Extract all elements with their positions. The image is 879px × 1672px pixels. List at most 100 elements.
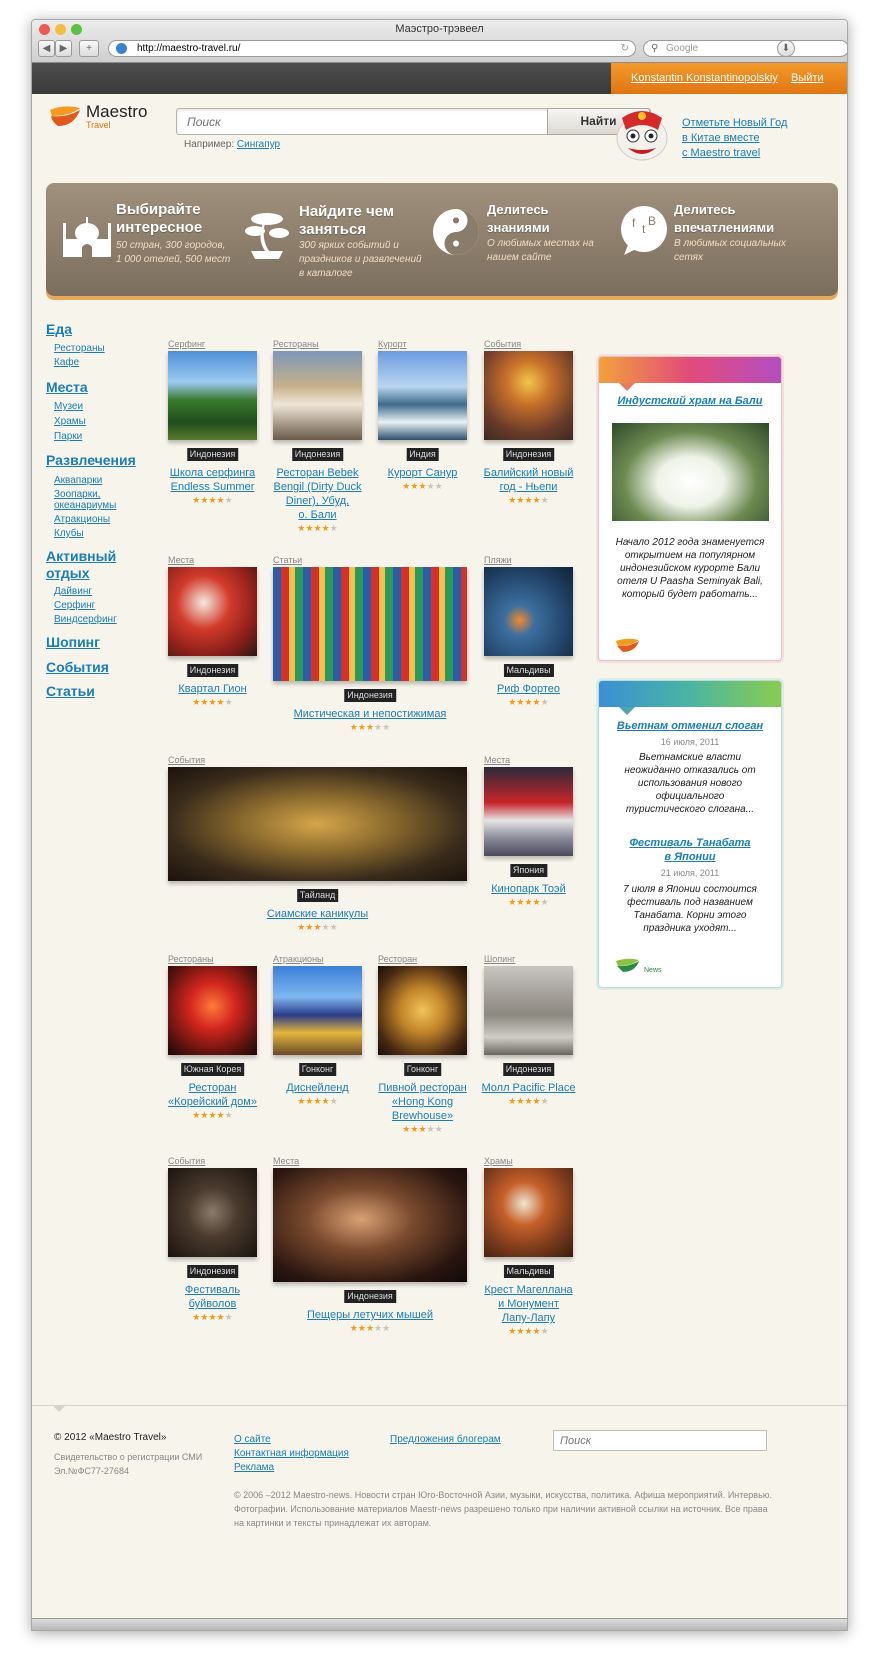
reload-icon[interactable]: ↻ xyxy=(621,41,629,56)
category-label[interactable]: Пляжи xyxy=(484,555,512,565)
place-title[interactable]: Фестиваль буйволов xyxy=(158,1283,268,1311)
search-input[interactable] xyxy=(177,109,549,134)
nav-places[interactable]: Места xyxy=(46,379,88,396)
footer-bloggers-link[interactable]: Предложения блогерам xyxy=(390,1434,501,1445)
feature-find[interactable]: Найдите чем заняться 300 ярких событий ип… xyxy=(241,183,431,296)
nav-sub-item[interactable]: Дайвинг xyxy=(54,586,92,598)
country-tag[interactable]: Индонезия xyxy=(186,664,239,677)
place-photo[interactable] xyxy=(484,966,573,1055)
add-tab-button[interactable]: + xyxy=(79,40,99,57)
nav-events[interactable]: События xyxy=(46,659,109,676)
nav-sub-item[interactable]: океанариумы xyxy=(54,500,116,512)
place-photo[interactable] xyxy=(168,1168,257,1257)
category-label[interactable]: События xyxy=(484,339,521,349)
category-label[interactable]: Места xyxy=(484,755,510,765)
place-title[interactable]: Курорт Санур xyxy=(368,466,478,480)
nav-articles[interactable]: Статьи xyxy=(46,683,95,700)
nav-sub-item[interactable]: Аквапарки xyxy=(54,475,102,487)
footer-contacts-link[interactable]: Контактная информация xyxy=(234,1448,349,1459)
category-label[interactable]: Места xyxy=(168,555,194,565)
nav-sub-item[interactable]: Атракционы xyxy=(54,514,110,526)
category-label[interactable]: События xyxy=(168,1156,205,1166)
place-title[interactable]: Балийский новый год - Ньепи xyxy=(474,466,584,494)
place-title[interactable]: Диснейленд xyxy=(263,1081,373,1095)
category-label[interactable]: Рестораны xyxy=(273,339,319,349)
country-tag[interactable]: Индонезия xyxy=(344,689,396,702)
nav-sub-item[interactable]: Музеи xyxy=(54,401,83,413)
place-title[interactable]: Риф Фортео xyxy=(474,682,584,696)
address-bar[interactable]: http://maestro-travel.ru/ ↻ xyxy=(108,40,636,57)
nav-sub-item[interactable]: Храмы xyxy=(54,416,86,428)
username-link[interactable]: Konstantin Konstantinopolskiy xyxy=(631,63,778,94)
place-photo[interactable] xyxy=(273,966,362,1055)
place-photo[interactable] xyxy=(378,351,467,440)
promo-text[interactable]: Отметьте Новый Год в Китае вместе с Maes… xyxy=(682,116,787,161)
category-label[interactable]: События xyxy=(168,755,205,765)
footer-about-link[interactable]: О сайте xyxy=(234,1434,271,1445)
forward-button[interactable]: ▶ xyxy=(55,40,72,57)
footer-ads-link[interactable]: Реклама xyxy=(234,1462,274,1473)
country-tag[interactable]: Тайланд xyxy=(296,889,339,902)
peacock-photo[interactable] xyxy=(612,423,769,521)
country-tag[interactable]: Индия xyxy=(406,448,439,461)
nav-sub-item[interactable]: Кафе xyxy=(54,357,79,369)
feature-share-knowledge[interactable]: Делитесь знаниями О любимых местах на наше… xyxy=(431,183,621,296)
nav-active[interactable]: Активный отдых xyxy=(46,548,116,582)
country-tag[interactable]: Индонезия xyxy=(186,1265,239,1278)
place-title[interactable]: Ресторан «Корейский дом» xyxy=(158,1081,268,1109)
category-label[interactable]: Места xyxy=(273,1156,299,1166)
place-photo[interactable] xyxy=(168,351,257,440)
place-title[interactable]: Сиамские каникулы xyxy=(158,907,477,921)
place-photo[interactable] xyxy=(168,767,467,881)
place-title[interactable]: Школа серфинга Endless Summer xyxy=(158,466,268,494)
downloads-button[interactable]: ⬇ xyxy=(777,40,795,57)
place-title[interactable]: Крест Магеллана и Монумент Лапу-Лапу xyxy=(474,1283,584,1325)
country-tag[interactable]: Южная Корея xyxy=(180,1063,245,1076)
promo-lion-mask[interactable] xyxy=(614,108,670,164)
nav-food[interactable]: Еда xyxy=(46,321,72,338)
place-photo[interactable] xyxy=(484,1168,573,1257)
footer-search-input[interactable] xyxy=(553,1430,767,1451)
place-photo[interactable] xyxy=(168,966,257,1055)
place-photo[interactable] xyxy=(484,767,573,856)
nav-shopping[interactable]: Шопинг xyxy=(46,634,100,651)
place-photo[interactable] xyxy=(273,351,362,440)
country-tag[interactable]: Гонконг xyxy=(298,1063,337,1076)
news-title[interactable]: Фестиваль Танабата в Японии xyxy=(599,836,781,864)
nav-sub-item[interactable]: Парки xyxy=(54,431,82,443)
place-title[interactable]: Мистическая и непостижимая xyxy=(263,707,477,721)
country-tag[interactable]: Гонконг xyxy=(403,1063,442,1076)
place-photo[interactable] xyxy=(168,567,257,656)
country-tag[interactable]: Мальдивы xyxy=(503,664,554,677)
category-label[interactable]: Ресторан xyxy=(378,954,417,964)
category-label[interactable]: Храмы xyxy=(484,1156,513,1166)
category-label[interactable]: Атракционы xyxy=(273,954,324,964)
back-button[interactable]: ◀ xyxy=(38,40,55,57)
nav-sub-item[interactable]: Клубы xyxy=(54,528,84,540)
category-label[interactable]: Шопинг xyxy=(484,954,515,964)
country-tag[interactable]: Мальдивы xyxy=(503,1265,554,1278)
place-title[interactable]: Квартал Гион xyxy=(158,682,268,696)
category-label[interactable]: Курорт xyxy=(378,339,407,349)
country-tag[interactable]: Индонезия xyxy=(502,448,555,461)
search-example-link[interactable]: Сингапур xyxy=(237,139,280,150)
nav-sub-item[interactable]: Рестораны xyxy=(54,343,105,355)
place-title[interactable]: Пещеры летучих мышей xyxy=(263,1308,477,1322)
logout-link[interactable]: Выйти xyxy=(791,63,824,94)
feature-share-impressions[interactable]: f t B Делитесь впечатлениями В любимых со… xyxy=(618,183,828,296)
place-title[interactable]: Кинопарк Тоэй xyxy=(474,882,584,896)
place-title[interactable]: Пивной ресторан «Hong Kong Brewhouse» xyxy=(368,1081,478,1123)
place-photo[interactable] xyxy=(484,567,573,656)
nav-sub-item[interactable]: Серфинг xyxy=(54,600,95,612)
card-title[interactable]: Индустский храм на Бали xyxy=(599,394,781,408)
country-tag[interactable]: Индонезия xyxy=(291,448,344,461)
place-photo[interactable] xyxy=(484,351,573,440)
site-logo[interactable]: Maestro Travel xyxy=(48,102,168,136)
place-photo[interactable] xyxy=(273,1168,467,1282)
country-tag[interactable]: Индонезия xyxy=(502,1063,555,1076)
place-title[interactable]: Ресторан Bebek Bengil (Dirty Duck Diner), … xyxy=(263,466,373,522)
country-tag[interactable]: Индонезия xyxy=(186,448,239,461)
place-photo[interactable] xyxy=(273,567,467,681)
nav-fun[interactable]: Развлечения xyxy=(46,452,136,469)
feature-choose[interactable]: Выбирайте интересное 50 стран, 300 городо… xyxy=(56,183,246,296)
